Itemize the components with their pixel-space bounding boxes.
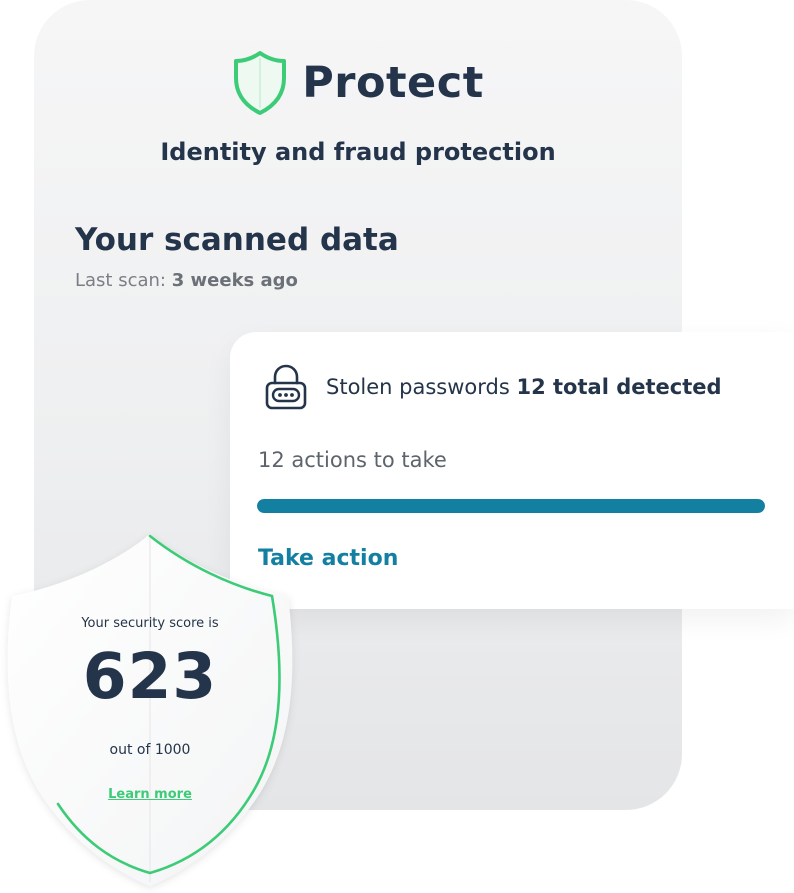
brand-header: Protect [34, 50, 682, 116]
actions-progress-bar [257, 499, 765, 513]
security-score-shield: Your security score is 623 out of 1000 L… [0, 528, 300, 893]
shield-logo-icon [234, 51, 287, 115]
last-scan-label: Last scan: [75, 270, 166, 291]
card-title: Stolen passwords 12 total detected [326, 375, 722, 399]
last-scan-value: 3 weeks ago [171, 270, 298, 291]
detected-count: 12 total detected [516, 375, 722, 399]
learn-more-link[interactable]: Learn more [0, 787, 300, 802]
score-out-of: out of 1000 [109, 742, 191, 758]
lock-icon [265, 364, 307, 410]
card-item-label: Stolen passwords [326, 375, 510, 399]
actions-progress-fill [257, 499, 765, 513]
stolen-passwords-card: Stolen passwords 12 total detected 12 ac… [230, 332, 794, 609]
score-value: 623 [82, 640, 218, 713]
brand-name: Protect [302, 58, 484, 108]
brand-subtitle: Identity and fraud protection [160, 138, 556, 166]
scanned-data-title: Your scanned data [75, 222, 399, 258]
score-label: Your security score is [81, 616, 219, 631]
last-scan-text: Last scan: 3 weeks ago [75, 270, 298, 291]
actions-to-take: 12 actions to take [258, 448, 447, 472]
card-header: Stolen passwords 12 total detected [264, 364, 722, 410]
